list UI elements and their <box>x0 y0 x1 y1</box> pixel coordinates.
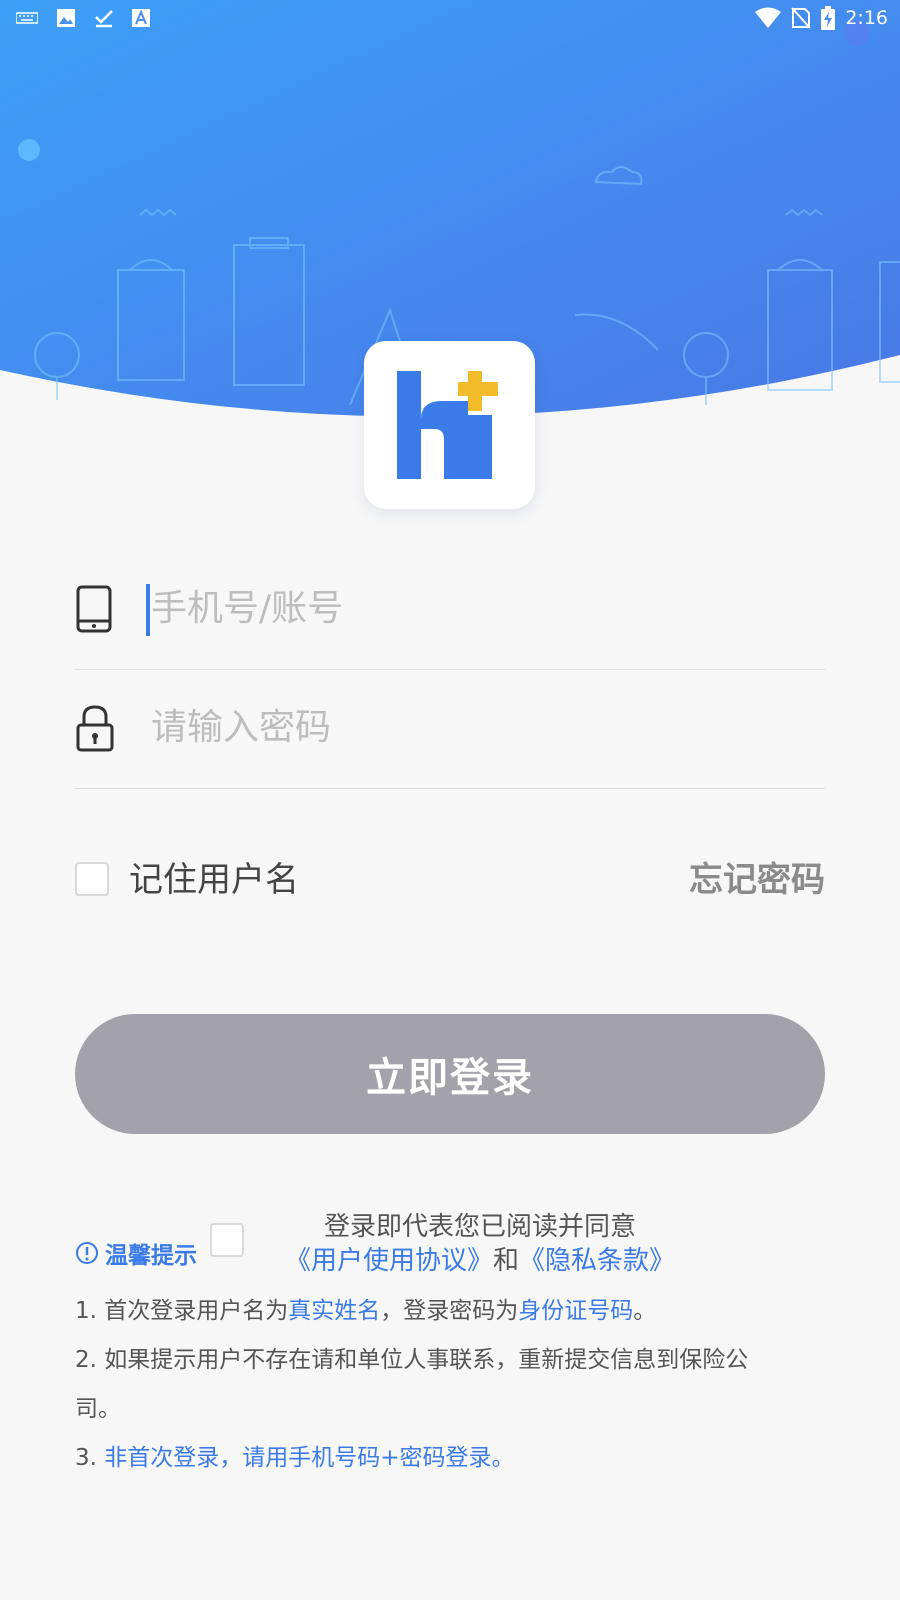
font-icon <box>132 9 150 27</box>
remember-username-checkbox[interactable] <box>75 862 109 896</box>
tip-1-id-number: 身份证号码 <box>518 1298 634 1324</box>
agreement-text: 登录即代表您已阅读并同意 <box>323 1212 636 1242</box>
no-sim-icon <box>791 7 812 29</box>
tip-1-end: 。 <box>633 1298 657 1324</box>
user-agreement-link[interactable]: 《用户使用协议》 <box>285 1246 493 1276</box>
image-icon <box>57 9 75 27</box>
tips-title: 温馨提示 <box>105 1243 197 1269</box>
wifi-icon <box>755 7 782 28</box>
keyboard-icon <box>16 12 38 24</box>
tip-3: 3. 非首次登录，请用手机号码+密码登录。 <box>75 1434 515 1483</box>
status-bar: 2:16 <box>0 0 900 36</box>
tips-header: 温馨提示 <box>75 1236 197 1270</box>
tip-3-text: 非首次登录，请用手机号码+密码登录。 <box>104 1445 515 1471</box>
remember-username-label[interactable]: 记住用户名 <box>129 858 299 902</box>
phone-field-row <box>75 552 825 670</box>
logo-hi-plus-icon <box>397 371 498 479</box>
lock-icon <box>76 705 114 752</box>
tip-1-mid: ，登录密码为 <box>380 1298 519 1324</box>
tip-1-real-name: 真实姓名 <box>288 1298 381 1324</box>
info-icon <box>76 1242 98 1264</box>
tip-3-prefix: 3. <box>75 1445 105 1471</box>
text-cursor <box>146 584 150 636</box>
tip-1-prefix: 1. 首次登录用户名为 <box>75 1298 289 1324</box>
phone-icon <box>76 585 112 633</box>
check-icon <box>95 10 113 28</box>
forgot-password-link[interactable]: 忘记密码 <box>689 858 825 902</box>
agreement-checkbox[interactable] <box>210 1223 244 1257</box>
login-button[interactable]: 立即登录 <box>75 1014 825 1134</box>
app-logo <box>364 341 535 509</box>
tip-2-line-1: 2. 如果提示用户不存在请和单位人事联系，重新提交信息到保险公 <box>75 1347 749 1373</box>
password-input[interactable] <box>151 699 811 755</box>
tip-2-line-2: 司。 <box>75 1396 121 1422</box>
privacy-policy-link[interactable]: 《隐私条款》 <box>519 1246 675 1276</box>
phone-account-input[interactable] <box>151 580 811 636</box>
battery-charging-icon <box>821 6 836 30</box>
agreement-and: 和 <box>492 1246 519 1276</box>
password-field-row <box>75 671 825 789</box>
agreement-links: 《用户使用协议》和《隐私条款》 <box>250 1240 710 1277</box>
tip-1: 1. 首次登录用户名为真实姓名，登录密码为身份证号码。 <box>75 1287 656 1336</box>
status-time: 2:16 <box>845 7 888 29</box>
remember-row: 记住用户名 忘记密码 <box>75 858 825 902</box>
